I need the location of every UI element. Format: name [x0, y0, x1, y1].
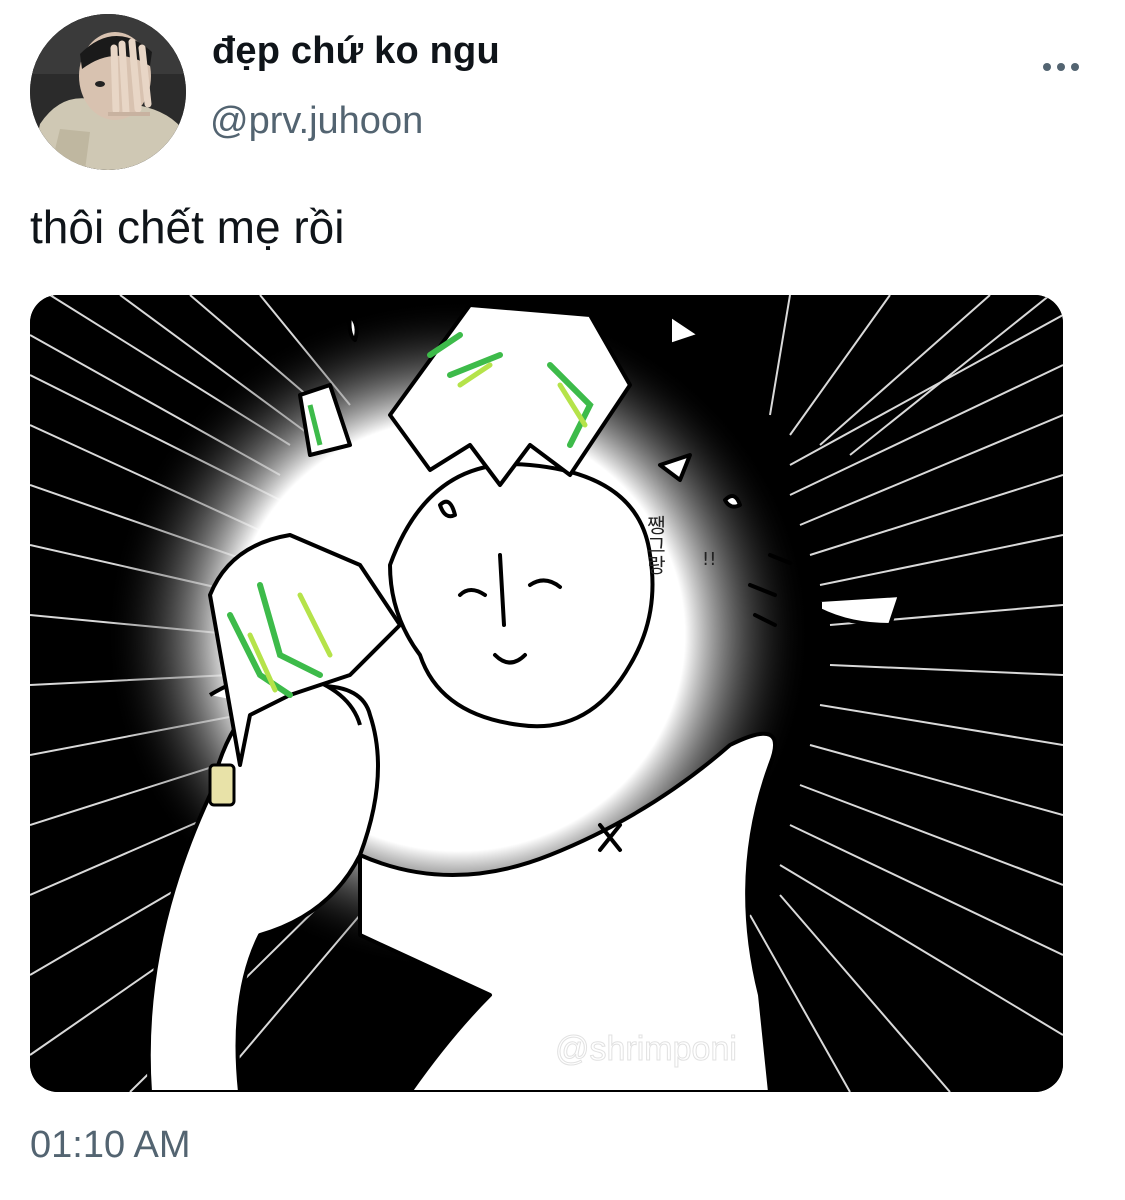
tweet-text: thôi chết mẹ rồi	[30, 201, 345, 253]
tweet-media-image[interactable]: 쨍그랑 !! @shrimponi	[30, 295, 1063, 1092]
tweet-timestamp[interactable]: 01:10 AM	[30, 1124, 191, 1167]
watermark-text: @shrimponi	[555, 1030, 737, 1068]
more-options-button[interactable]	[1038, 50, 1088, 80]
more-horizontal-icon	[1043, 63, 1079, 71]
author-handle[interactable]: @prv.juhoon	[210, 100, 423, 143]
author-display-name[interactable]: đẹp chứ ko ngu	[212, 30, 500, 73]
tweet: đẹp chứ ko ngu @prv.juhoon thôi chết mẹ …	[0, 0, 1125, 1200]
exclamation-text: !!	[702, 549, 716, 570]
korean-sfx-text: 쨍그랑	[643, 515, 667, 575]
avatar[interactable]	[30, 14, 186, 170]
